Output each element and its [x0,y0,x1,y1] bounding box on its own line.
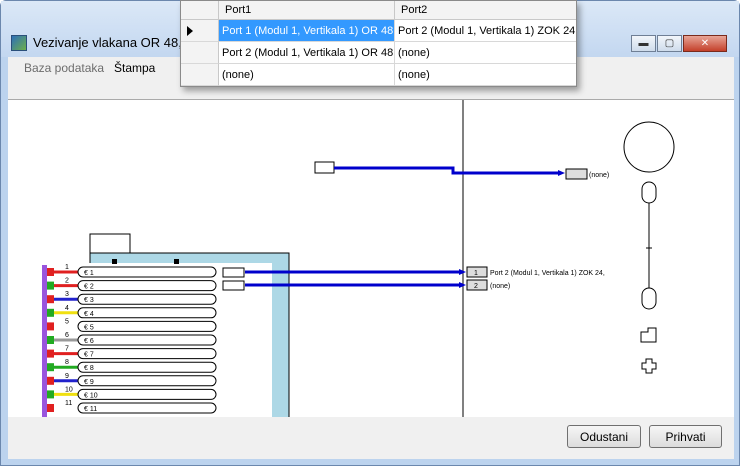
close-button[interactable]: ✕ [683,35,727,52]
fiber-label: € 10 [84,392,98,399]
client-area: Baza podataka Štampa (none) 1 € 1 2 € 2 … [8,57,734,459]
fiber-label: € 7 [84,352,94,359]
fiber-number-label: 2 [65,278,69,285]
tube-color-bar [42,265,47,418]
fiber-row[interactable] [77,293,217,305]
fiber-row[interactable] [77,280,217,292]
fiber-label: € 4 [84,311,94,318]
fiber-label: € 8 [84,365,94,372]
tube-marker [47,376,54,385]
current-row-icon [187,26,193,36]
right-port-label: Port 2 (Modul 1, Vertikala 1) ZOK 24, [490,270,605,277]
right-port-number: 2 [474,283,478,290]
tube-marker [47,336,54,344]
fiber-label: € 2 [84,284,94,291]
cross-shape-icon [641,358,657,374]
app-icon [11,35,27,51]
tray-bottom-icon [641,287,657,310]
tube-marker [47,390,54,399]
fiber-number-label: 10 [65,386,73,393]
accept-button[interactable]: Prihvati [649,425,722,448]
fiber-list: 1 € 1 2 € 2 3 € 3 4 € 4 5 € 5 6 € 6 7 € 7 8 € 8 9 € 9 10 € … [47,264,217,414]
cell-port1[interactable]: (none) [219,64,395,86]
cell-port1[interactable]: Port 2 (Modul 1, Vertikala 1) OR 48, [219,42,395,64]
row-header[interactable] [181,20,219,42]
row-header[interactable] [181,64,219,86]
tube-marker [47,363,54,372]
button-bar: Odustani Prihvati [8,417,734,459]
cell-port2[interactable]: (none) [395,64,576,86]
right-port-number: 1 [474,270,478,277]
splice-1[interactable] [222,267,245,278]
fiber-row[interactable] [77,402,217,414]
tube-marker [47,349,54,358]
menu-print[interactable]: Štampa [114,61,155,75]
cell-port2[interactable]: (none) [395,42,576,64]
cell-port1[interactable]: Port 1 (Modul 1, Vertikala 1) OR 48, [219,20,395,42]
fiber-label: € 3 [84,297,94,304]
fiber-row[interactable] [77,348,217,360]
top-link-line [334,166,560,175]
fiber-label: € 1 [84,270,94,277]
top-connector[interactable] [314,161,335,174]
fiber-row[interactable] [77,307,217,319]
fiber-label: € 9 [84,379,94,386]
fiber-row[interactable] [77,361,217,373]
fiber-number-label: 1 [65,264,69,271]
cancel-button[interactable]: Odustani [567,425,641,448]
fiber-number-label: 8 [65,359,69,366]
fiber-number-label: 4 [65,305,69,312]
fiber-number-label: 11 [65,400,72,407]
tube-marker [47,308,54,317]
splice-2[interactable] [222,280,245,291]
row-header[interactable] [181,42,219,64]
cable-entry [89,233,131,255]
menu-database[interactable]: Baza podataka [24,61,104,75]
right-port-label: (none) [490,283,510,290]
fiber-number-label: 3 [65,291,69,298]
port-dropdown-grid[interactable]: Port1 Port2 Port 1 (Modul 1, Vertikala 1… [180,0,577,87]
cell-port2[interactable]: Port 2 (Modul 1, Vertikala 1) ZOK 24, [395,20,576,42]
maximize-button[interactable]: ▢ [657,35,682,52]
connector-shape-icon [640,327,657,343]
tray-top-icon [641,181,657,204]
fiber-row[interactable] [77,388,217,400]
minimize-button[interactable]: ▬ [631,35,656,52]
fiber-number-label: 7 [65,346,69,353]
tube-marker [47,404,54,412]
fiber-diagram: (none) 1 € 1 2 € 2 3 € 3 4 € 4 5 € 5 6 € 6 7 € 7 8 € 8 9… [42,100,675,418]
top-link-label: (none) [589,172,609,179]
tube-marker [47,268,54,276]
tube-marker [47,295,54,304]
fiber-diagram-canvas[interactable]: (none) 1 € 1 2 € 2 3 € 3 4 € 4 5 € 5 6 € 6 7 € 7 8 € 8 9… [8,99,734,418]
row-header-corner [181,1,219,20]
window-title: Vezivanje vlakana OR 48, [33,35,182,50]
top-link-port[interactable] [565,168,588,180]
fiber-label: € 5 [84,324,94,331]
fiber-number-label: 6 [65,332,69,339]
fiber-row[interactable] [77,334,217,346]
fiber-row[interactable] [77,375,217,387]
col-header-port1[interactable]: Port1 [219,1,395,20]
tube-marker [47,281,54,290]
fiber-number-label: 5 [65,318,69,325]
closure-circle-icon [623,121,675,173]
tube-marker [47,322,54,331]
col-header-port2[interactable]: Port2 [395,1,576,20]
right-port-list: 1 Port 2 (Modul 1, Vertikala 1) ZOK 24, 2 (… [466,266,605,291]
fiber-row[interactable] [77,266,217,278]
fiber-number-label: 9 [65,373,69,380]
top-link-arrow [558,170,565,176]
fiber-row[interactable] [77,320,217,332]
fiber-label: € 6 [84,338,94,345]
fiber-label: € 11 [84,406,97,413]
